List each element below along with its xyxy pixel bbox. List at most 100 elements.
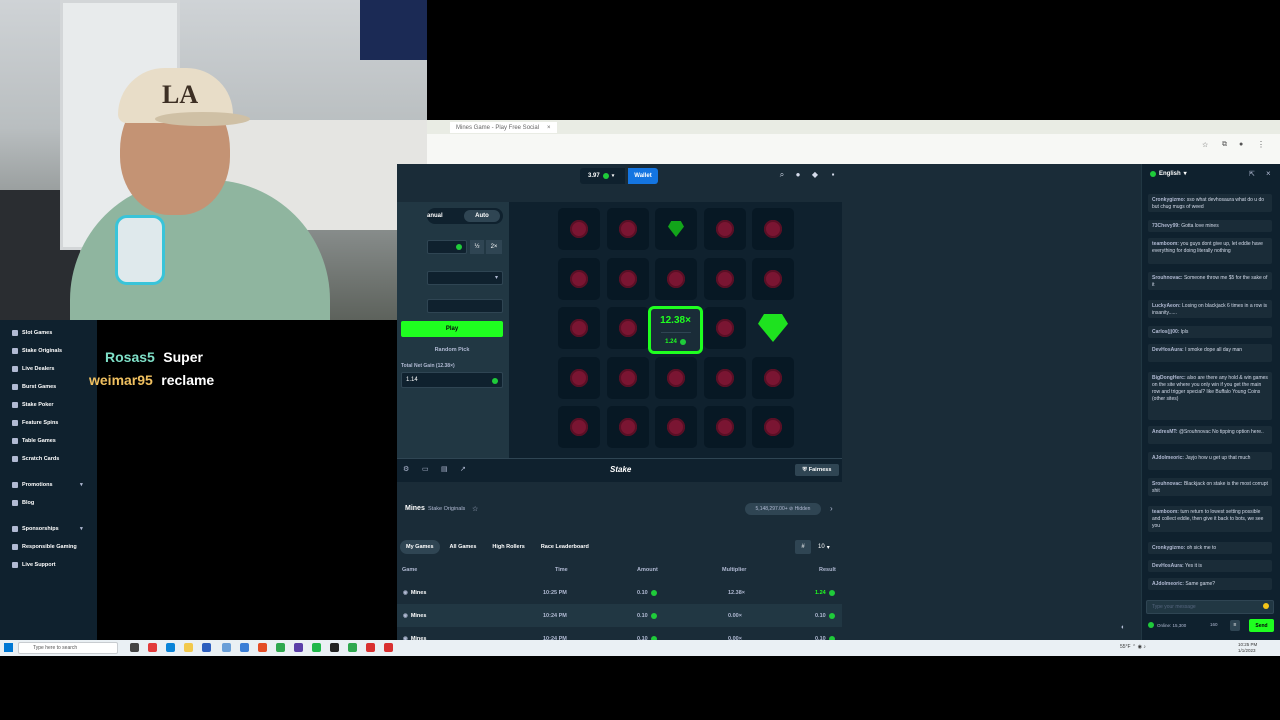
grid-tile[interactable] bbox=[703, 356, 746, 399]
notification-icon[interactable]: ◆ bbox=[810, 170, 820, 180]
grid-tile[interactable] bbox=[606, 307, 649, 349]
favorite-star-icon[interactable]: ☆ bbox=[472, 505, 478, 513]
grid-tile[interactable] bbox=[606, 356, 649, 399]
game-provider[interactable]: Stake Originals bbox=[428, 506, 465, 512]
grid-tile[interactable] bbox=[752, 356, 794, 399]
grid-tile[interactable] bbox=[558, 356, 600, 399]
chat-username[interactable]: BigDongHerc: bbox=[1152, 375, 1186, 381]
task-view-icon[interactable] bbox=[130, 643, 139, 652]
table-row[interactable]: ◉ Mines 10:25 PM 0.10 12.38× 1.24 bbox=[397, 581, 842, 604]
app-icon[interactable] bbox=[240, 643, 249, 652]
emoji-icon[interactable] bbox=[1263, 603, 1269, 609]
grid-tile[interactable] bbox=[606, 208, 649, 250]
grid-tile[interactable] bbox=[703, 406, 746, 448]
windows-start-icon[interactable] bbox=[4, 643, 13, 652]
language-select[interactable]: English ▾ bbox=[1150, 170, 1187, 177]
app-icon[interactable] bbox=[348, 643, 357, 652]
tab-all-games[interactable]: All Games bbox=[444, 540, 483, 554]
settings-icon[interactable]: ⚙ bbox=[403, 465, 409, 473]
taskbar-search[interactable]: Type here to search bbox=[18, 642, 118, 654]
user-icon[interactable]: ● bbox=[793, 170, 803, 180]
rules-icon[interactable]: ≡ bbox=[1230, 620, 1240, 631]
system-tray[interactable]: 55°F ⌃ ◉ ♪ bbox=[1120, 644, 1146, 650]
sidebar-item-5[interactable]: Feature Spins bbox=[12, 416, 58, 430]
send-button[interactable]: Send bbox=[1249, 619, 1274, 632]
live-stats-icon[interactable]: ↗ bbox=[460, 465, 466, 473]
sidebar-item-3[interactable]: Burst Games bbox=[12, 380, 56, 394]
hash-icon[interactable]: # bbox=[795, 540, 811, 554]
sidebar-item-1[interactable]: Stake Originals bbox=[12, 344, 62, 358]
browser-address-bar[interactable]: ☆ ⧉ ● ⋮ bbox=[427, 134, 1280, 164]
grid-tile[interactable] bbox=[703, 257, 746, 300]
grid-tile[interactable] bbox=[752, 208, 794, 250]
chat-username[interactable]: Cronkygizmo: bbox=[1152, 545, 1185, 551]
clock[interactable]: 10:25 PM 1/1/2023 bbox=[1238, 642, 1257, 654]
app-icon[interactable] bbox=[312, 643, 321, 652]
grid-tile[interactable] bbox=[752, 257, 794, 300]
grid-tile[interactable] bbox=[752, 307, 794, 349]
wallet-button[interactable]: Wallet bbox=[628, 168, 658, 184]
chat-icon[interactable]: ▪ bbox=[828, 170, 838, 180]
sidebar-item-12[interactable]: Live Support bbox=[12, 558, 56, 572]
grid-tile[interactable] bbox=[606, 406, 649, 448]
menu-icon[interactable]: ⋮ bbox=[1257, 140, 1265, 149]
chat-username[interactable]: Srouhnovac: bbox=[1152, 481, 1183, 487]
excel-icon[interactable] bbox=[276, 643, 285, 652]
chat-username[interactable]: DevHosAura: bbox=[1152, 347, 1184, 353]
headset-icon[interactable]: ◐ bbox=[1121, 624, 1125, 631]
popout-icon[interactable]: ⇱ bbox=[1249, 170, 1255, 178]
mines-select[interactable]: ▾ bbox=[427, 271, 503, 285]
sidebar-item-4[interactable]: Stake Poker bbox=[12, 398, 54, 412]
app-icon[interactable] bbox=[366, 643, 375, 652]
chat-username[interactable]: Srouhnovac: bbox=[1152, 275, 1183, 281]
chat-username[interactable]: AndresMT: bbox=[1152, 429, 1178, 435]
tab-my-games[interactable]: My Games bbox=[400, 540, 440, 554]
sidebar-item-2[interactable]: Live Dealers bbox=[12, 362, 54, 376]
table-row[interactable]: ◉ Mines 10:24 PM 0.10 0.00× 0.10 bbox=[397, 627, 842, 642]
balance-display[interactable]: 3.97 ▾ bbox=[580, 168, 625, 184]
theatre-icon[interactable]: ▭ bbox=[422, 465, 429, 473]
close-icon[interactable]: × bbox=[1266, 169, 1271, 178]
folder-icon[interactable] bbox=[184, 643, 193, 652]
chat-username[interactable]: teamboom: bbox=[1152, 241, 1179, 247]
double-bet-button[interactable]: 2× bbox=[486, 240, 502, 254]
chat-username[interactable]: 73Chevy99: bbox=[1152, 223, 1180, 229]
edge-icon[interactable] bbox=[166, 643, 175, 652]
sidebar-item-9[interactable]: Blog bbox=[12, 496, 34, 510]
chat-username[interactable]: LuckyAeon: bbox=[1152, 303, 1181, 309]
sidebar-item-10[interactable]: Sponsorships ▾ bbox=[12, 522, 83, 536]
grid-tile[interactable] bbox=[655, 356, 697, 399]
chat-username[interactable]: teamboom: bbox=[1152, 509, 1179, 515]
page-size-select[interactable]: 10 ▾ bbox=[818, 540, 842, 554]
stats-icon[interactable]: ▤ bbox=[441, 465, 448, 473]
obs-icon[interactable] bbox=[330, 643, 339, 652]
grid-tile[interactable] bbox=[752, 406, 794, 448]
sidebar-item-0[interactable]: Slot Games bbox=[12, 326, 52, 340]
chat-username[interactable]: AJdolmeoric: bbox=[1152, 455, 1184, 461]
chat-username[interactable]: AJdolmeoric: bbox=[1152, 581, 1184, 587]
tab-race-leaderboard[interactable]: Race Leaderboard bbox=[535, 540, 595, 554]
app-icon[interactable] bbox=[222, 643, 231, 652]
grid-tile[interactable] bbox=[558, 208, 600, 250]
play-button[interactable]: Play bbox=[401, 321, 503, 337]
tab-high-rollers[interactable]: High Rollers bbox=[486, 540, 530, 554]
sidebar-item-7[interactable]: Scratch Cards bbox=[12, 452, 59, 466]
random-pick-button[interactable]: Random Pick bbox=[401, 343, 503, 357]
fairness-button[interactable]: ⛨ Fairness bbox=[795, 464, 839, 476]
sidebar-item-8[interactable]: Promotions ▾ bbox=[12, 478, 83, 492]
app-icon[interactable] bbox=[294, 643, 303, 652]
grid-tile[interactable] bbox=[703, 307, 746, 349]
chrome-icon[interactable] bbox=[258, 643, 267, 652]
chat-username[interactable]: Carlos(j)00: bbox=[1152, 329, 1180, 335]
chat-input[interactable]: Type your message bbox=[1146, 600, 1274, 614]
star-icon[interactable]: ☆ bbox=[1202, 141, 1208, 149]
grid-tile[interactable] bbox=[655, 406, 697, 448]
browser-icon[interactable] bbox=[148, 643, 157, 652]
grid-tile[interactable] bbox=[558, 307, 600, 349]
grid-tile[interactable] bbox=[655, 208, 697, 250]
grid-tile[interactable] bbox=[655, 257, 697, 300]
half-bet-button[interactable]: ½ bbox=[470, 240, 484, 254]
grid-tile[interactable] bbox=[703, 208, 746, 250]
search-icon[interactable]: ⌕ bbox=[777, 170, 787, 180]
chevron-right-icon[interactable]: › bbox=[830, 504, 833, 513]
